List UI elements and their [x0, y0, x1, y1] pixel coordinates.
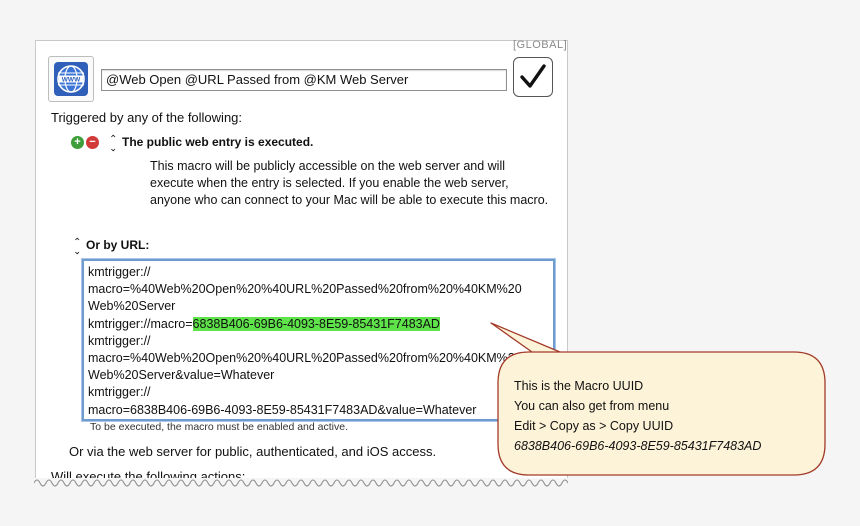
- callout-uuid: 6838B406-69B6-4093-8E59-85431F7483AD: [514, 439, 762, 453]
- callout-line-1: This is the Macro UUID: [514, 379, 644, 393]
- uuid-callout-text: This is the Macro UUID You can also get …: [514, 376, 761, 456]
- callout-line-3: Edit > Copy as > Copy UUID: [514, 419, 674, 433]
- callout-line-2: You can also get from menu: [514, 399, 670, 413]
